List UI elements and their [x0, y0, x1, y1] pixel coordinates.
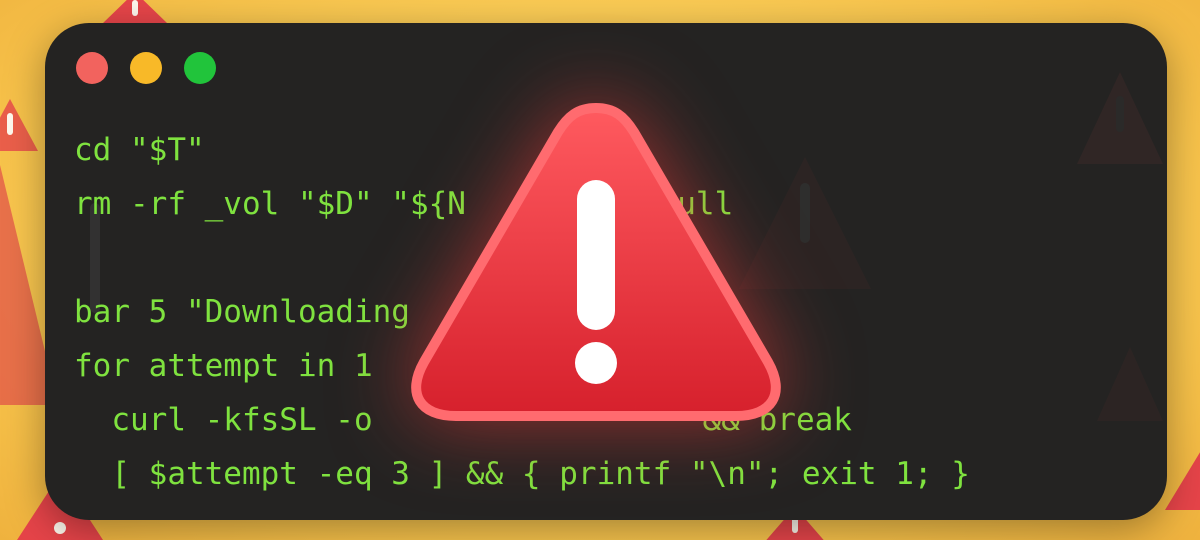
code-line-text: curl -kfsSL -o	[74, 402, 373, 438]
warning-triangle-icon	[411, 103, 781, 421]
window-controls	[76, 52, 216, 84]
close-button[interactable]	[76, 52, 108, 84]
background-warning-icon	[0, 99, 38, 151]
ghost-warning-icon	[1097, 347, 1163, 421]
zoom-button[interactable]	[184, 52, 216, 84]
background-warning-icon	[102, 0, 168, 24]
background-warning-icon	[1165, 452, 1200, 510]
code-line: [ $attempt -eq 3 ] && { printf "\n"; exi…	[74, 456, 970, 492]
ghost-warning-icon	[1077, 72, 1163, 164]
minimize-button[interactable]	[130, 52, 162, 84]
